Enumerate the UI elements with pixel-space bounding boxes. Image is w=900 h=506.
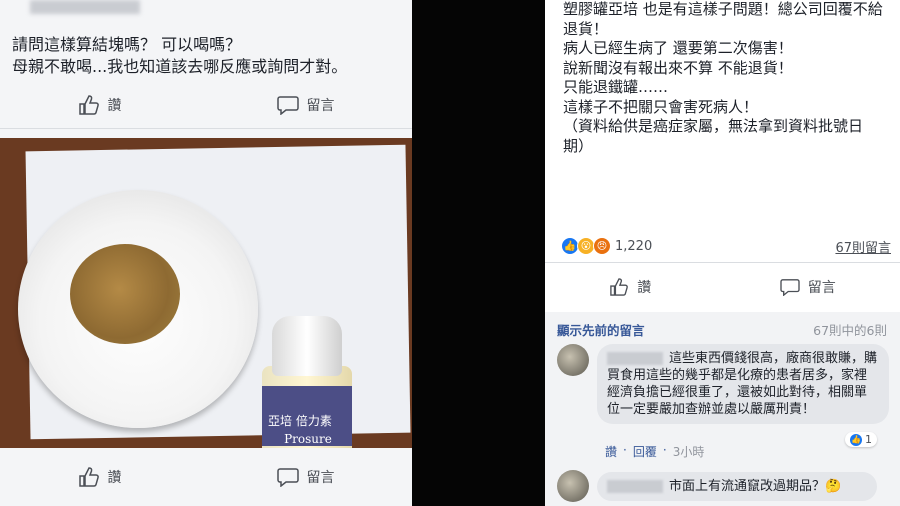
thumbs-up-icon [78,95,99,115]
comment-text: 市面上有流通竄改過期品？ [669,479,826,494]
comments-count-text: 67則中的6則 [813,323,887,338]
nutrition-bottle: 亞培 倍力素 Prosure [262,316,352,448]
divider [545,262,900,263]
comment-icon [780,279,800,296]
post-text-line: 病人已經生病了 還要第二次傷害！ [563,39,793,57]
divider [0,128,412,129]
comments-header: 顯示先前的留言 67則中的6則 [557,320,887,339]
post-text-line: （資料給供是癌症家屬，無法拿到資料批號日 [563,117,864,135]
left-post-panel: 請問這樣算結塊嗎？ 可以喝嗎？ 母親不敢喝...我也知道該去哪反應或詢問才對。 … [0,0,412,506]
like-button[interactable]: 讚 [609,277,651,297]
comment-button[interactable]: 留言 [780,277,836,297]
post-action-bar-top: 讚 留言 [0,86,412,124]
post-text-line: 退貨！ [563,19,609,38]
thumbs-up-icon [610,278,629,296]
comment-like-count: 1 [865,433,872,446]
comment-label: 留言 [807,280,836,296]
blurred-author-name [30,0,140,14]
bottle-brand-text: Prosure [284,432,332,446]
comment-icon [276,96,299,115]
post-text-line: 塑膠罐亞培 也是有這樣子問題！總公司回覆不給 [563,0,883,18]
post-photo[interactable]: 亞培 倍力素 Prosure [0,138,412,448]
comment-bubble: 這些東西價錢很高，廠商很敢賺，購買食用這些的幾乎都是化療的患者居多，家裡經濟負擔… [597,344,889,424]
post-text-line: 期） [563,136,594,155]
post-text-line: 只能退鐵罐…… [563,78,669,96]
blurred-commenter-name[interactable] [607,352,663,365]
post-action-bar: 讚 留言 [545,270,900,304]
like-label: 讚 [107,470,122,486]
comment-time[interactable]: 3小時 [673,443,705,460]
post-text-line: 這樣子不把關只會害死病人！ [563,97,759,116]
like-button[interactable]: 讚 [78,467,122,487]
thinking-emoji-icon: 🤔 [825,479,842,494]
right-post-panel: 塑膠罐亞培 也是有這樣子問題！總公司回覆不給 退貨！ 病人已經生病了 還要第二次… [545,0,900,506]
show-previous-comments-link[interactable]: 顯示先前的留言 [557,320,645,339]
comment-reply-action[interactable]: 回覆 [633,443,657,460]
black-separator [412,0,545,506]
like-label: 讚 [107,98,122,114]
bottle-label: 亞培 倍力素 Prosure [262,386,352,446]
avatar[interactable] [557,470,589,502]
post-text: 請問這樣算結塊嗎？ 可以喝嗎？ 母親不敢喝...我也知道該去哪反應或詢問才對。 [12,34,402,78]
comment-label: 留言 [306,98,335,114]
comment-label: 留言 [306,470,335,486]
bottle-cn-text: 亞培 倍力素 [268,414,332,428]
comment-icon [276,468,299,487]
bottle-cap [272,316,342,376]
comment-bubble: 市面上有流通竄改過期品？🤔 [597,472,877,501]
reactions-bar: 👍 😮 😠 1,220 67則留言 [561,236,891,256]
post-text-line: 母親不敢喝...我也知道該去哪反應或詢問才對。 [12,57,348,76]
like-label: 讚 [637,280,652,296]
post-action-bar-bottom: 讚 留言 [0,458,412,496]
comment-meta: 讚 · 回覆 · 3小時 [605,443,705,460]
like-reaction-icon: 👍 [850,433,862,446]
blurred-commenter-name[interactable] [607,480,663,493]
like-button[interactable]: 讚 [78,95,122,115]
comment-button[interactable]: 留言 [276,467,335,487]
post-text-line: 說新聞沒有報出來不算 不能退貨！ [563,58,793,77]
avatar[interactable] [557,344,589,376]
reaction-count[interactable]: 1,220 [615,239,652,254]
post-text: 塑膠罐亞培 也是有這樣子問題！總公司回覆不給 退貨！ 病人已經生病了 還要第二次… [563,0,893,156]
comment-count-link[interactable]: 67則留言 [835,237,891,256]
thumbs-up-icon [78,467,99,487]
angry-reaction-icon[interactable]: 😠 [593,237,611,255]
post-text-line: 請問這樣算結塊嗎？ 可以喝嗎？ [12,35,242,54]
comment-like-action[interactable]: 讚 [605,443,617,460]
comment-like-badge[interactable]: 👍 1 [845,432,877,447]
comment-button[interactable]: 留言 [276,95,335,115]
curdled-liquid [70,244,180,344]
